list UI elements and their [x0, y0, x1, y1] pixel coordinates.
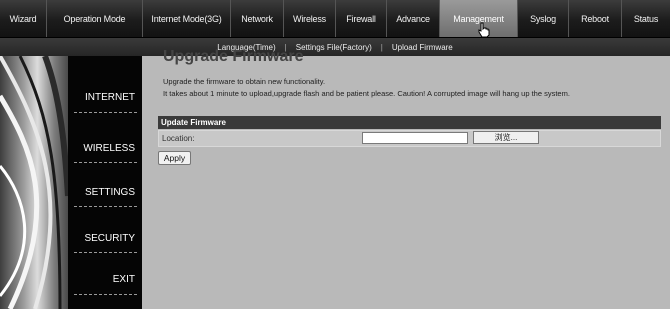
apply-button[interactable]: Apply — [158, 151, 191, 165]
side-menu-internet[interactable]: INTERNET — [68, 92, 142, 103]
browse-button[interactable]: 浏览... — [473, 131, 539, 144]
location-file-input[interactable] — [362, 132, 468, 144]
side-menu-wireless[interactable]: WIRELESS — [68, 143, 142, 154]
nav-network[interactable]: Network — [231, 0, 284, 37]
menu-divider — [74, 112, 137, 113]
sub-navigation: Language(Time) | Settings File(Factory) … — [0, 38, 670, 56]
subnav-separator: | — [380, 42, 383, 52]
main-content: Upgrade Firmware Upgrade the firmware to… — [142, 48, 670, 309]
page-title: Upgrade Firmware — [163, 48, 304, 65]
nav-reboot[interactable]: Reboot — [569, 0, 622, 37]
nav-syslog[interactable]: Syslog — [518, 0, 569, 37]
side-menu: INTERNET WIRELESS SETTINGS SECURITY EXIT — [68, 56, 142, 309]
subnav-settings-file[interactable]: Settings File(Factory) — [296, 43, 372, 52]
side-menu-security[interactable]: SECURITY — [68, 233, 142, 244]
description-line-1: Upgrade the firmware to obtain new funct… — [163, 77, 326, 86]
nav-firewall[interactable]: Firewall — [336, 0, 387, 37]
side-menu-exit[interactable]: EXIT — [68, 274, 142, 285]
nav-wizard[interactable]: Wizard — [0, 0, 47, 37]
nav-status[interactable]: Status — [622, 0, 670, 37]
decorative-side-graphic — [0, 56, 68, 309]
side-menu-settings[interactable]: SETTINGS — [68, 187, 142, 198]
nav-advance[interactable]: Advance — [387, 0, 440, 37]
subnav-upload-firmware[interactable]: Upload Firmware — [392, 43, 453, 52]
description-line-2: It takes about 1 minute to upload,upgrad… — [163, 89, 570, 98]
menu-divider — [74, 294, 137, 295]
hand-cursor-icon — [478, 22, 490, 38]
location-row: Location: 浏览... — [158, 130, 661, 147]
menu-divider — [74, 206, 137, 207]
nav-internet-mode[interactable]: Internet Mode(3G) — [143, 0, 231, 37]
top-navigation: Wizard Operation Mode Internet Mode(3G) … — [0, 0, 670, 38]
update-firmware-header: Update Firmware — [158, 116, 661, 129]
menu-divider — [74, 162, 137, 163]
nav-operation-mode[interactable]: Operation Mode — [47, 0, 143, 37]
nav-wireless[interactable]: Wireless — [284, 0, 336, 37]
location-label: Location: — [162, 134, 195, 143]
menu-divider — [74, 252, 137, 253]
